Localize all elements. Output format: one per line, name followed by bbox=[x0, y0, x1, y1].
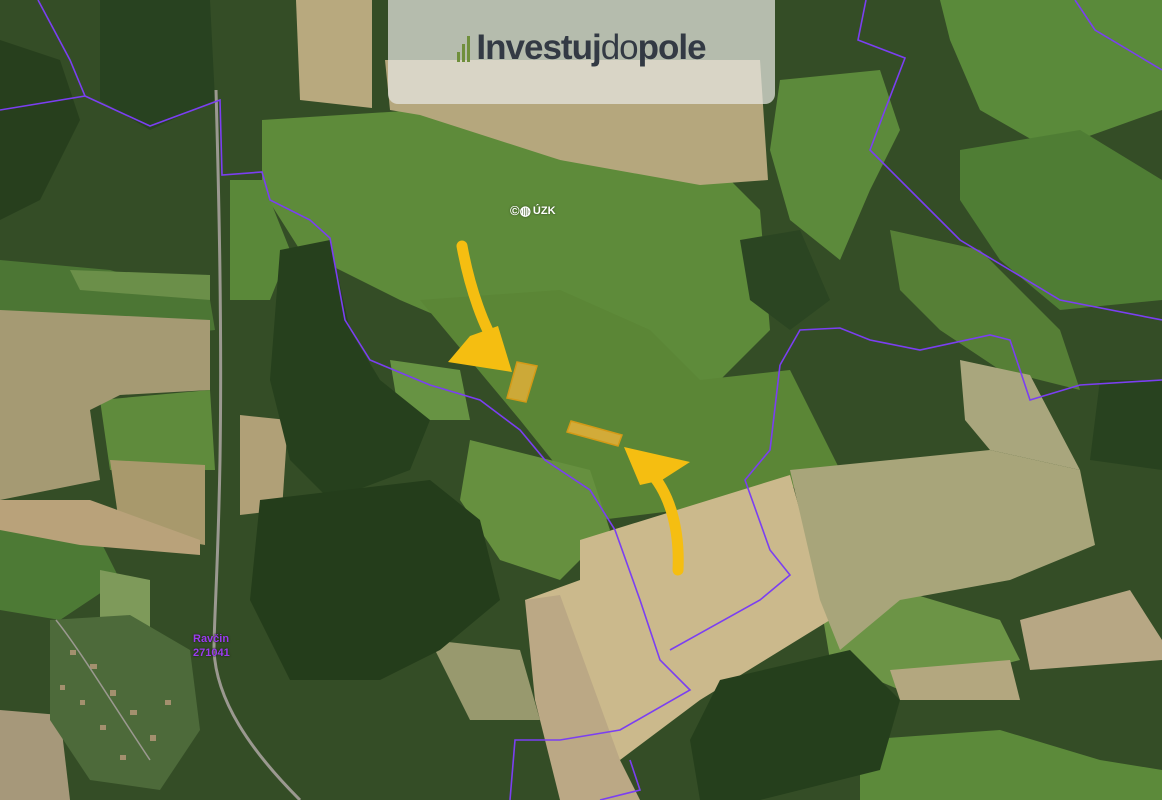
highlighted-parcel-1[interactable] bbox=[506, 361, 538, 403]
parcel-overlay bbox=[448, 240, 690, 576]
aerial-map[interactable]: Investujdopole ©◍ ÚZK Ravčin 271041 bbox=[0, 0, 1162, 800]
arrow-pointer-1-icon bbox=[448, 240, 512, 372]
highlighted-parcel-2[interactable] bbox=[566, 420, 623, 447]
arrow-pointer-2-icon bbox=[624, 447, 690, 576]
